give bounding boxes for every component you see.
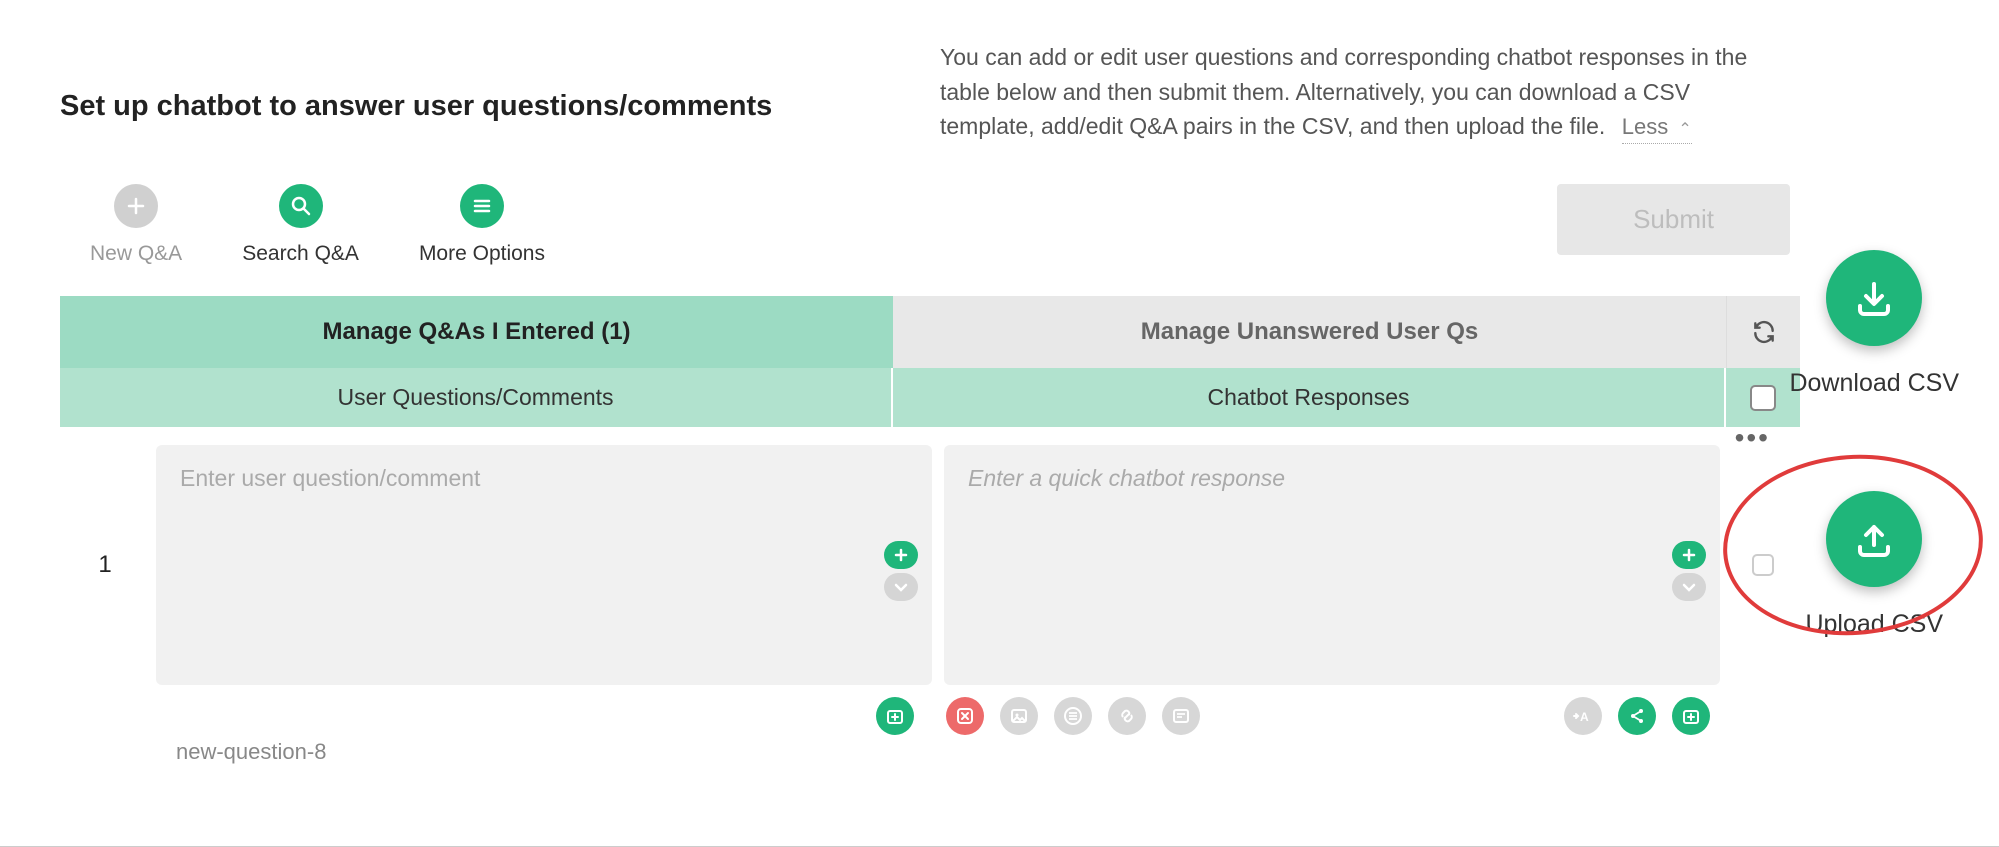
response-expand-button[interactable] [1672,573,1706,601]
column-responses-header: Chatbot Responses [893,368,1726,427]
response-add-button[interactable] [1672,541,1706,569]
download-csv-button[interactable]: Download CSV [1789,250,1959,401]
page-description: You can add or edit user questions and c… [940,40,1760,144]
response-placeholder: Enter a quick chatbot response [968,465,1285,491]
svg-text:A: A [1580,710,1589,724]
download-icon [1826,250,1922,346]
new-qa-button[interactable]: New Q&A [90,184,182,266]
link-icon [1117,706,1137,726]
topic-id-label: new-question-8 [176,739,326,765]
less-label: Less [1622,114,1668,139]
response-list-button[interactable] [1054,697,1092,735]
response-add-media-button[interactable] [1672,697,1710,735]
question-add-button[interactable] [884,541,918,569]
list-icon [1063,706,1083,726]
column-questions-header: User Questions/Comments [60,368,893,427]
upload-csv-button[interactable]: Upload CSV [1805,491,1943,642]
search-qa-button[interactable]: Search Q&A [242,184,359,266]
tab-entered[interactable]: Manage Q&As I Entered (1) [60,296,893,368]
more-options-label: More Options [419,242,545,266]
response-delete-button[interactable] [946,697,984,735]
upload-icon [1826,491,1922,587]
row-more-options[interactable]: ••• [1735,431,1770,445]
add-box-icon [885,706,905,726]
plus-icon [114,184,158,228]
chevron-up-icon: ⌃ [1678,121,1691,138]
response-link-button[interactable] [1108,697,1146,735]
card-icon [1171,706,1191,726]
download-csv-label: Download CSV [1789,366,1959,401]
question-add-media-button[interactable] [876,697,914,735]
response-input[interactable]: Enter a quick chatbot response [944,445,1720,685]
question-placeholder: Enter user question/comment [180,465,480,491]
add-box-icon [1681,706,1701,726]
delete-icon [955,706,975,726]
tab-unanswered[interactable]: Manage Unanswered User Qs [893,296,1726,368]
row-checkbox[interactable] [1752,554,1774,576]
response-autotext-button[interactable]: A [1564,697,1602,735]
more-options-button[interactable]: More Options [419,184,545,266]
response-card-button[interactable] [1162,697,1200,735]
search-qa-label: Search Q&A [242,242,359,266]
menu-icon [460,184,504,228]
refresh-icon [1751,319,1777,345]
less-toggle[interactable]: Less ⌃ [1622,110,1692,144]
new-qa-label: New Q&A [90,242,182,266]
submit-button[interactable]: Submit [1557,184,1790,255]
image-icon [1009,706,1029,726]
question-input[interactable]: Enter user question/comment [156,445,932,685]
response-image-button[interactable] [1000,697,1038,735]
row-number: 1 [60,445,150,685]
response-share-button[interactable] [1618,697,1656,735]
upload-csv-label: Upload CSV [1805,607,1943,642]
page-title: Set up chatbot to answer user questions/… [60,40,940,144]
select-all-checkbox[interactable] [1750,385,1776,411]
search-icon [279,184,323,228]
autotext-icon: A [1572,706,1594,726]
share-icon [1627,706,1647,726]
question-expand-button[interactable] [884,573,918,601]
